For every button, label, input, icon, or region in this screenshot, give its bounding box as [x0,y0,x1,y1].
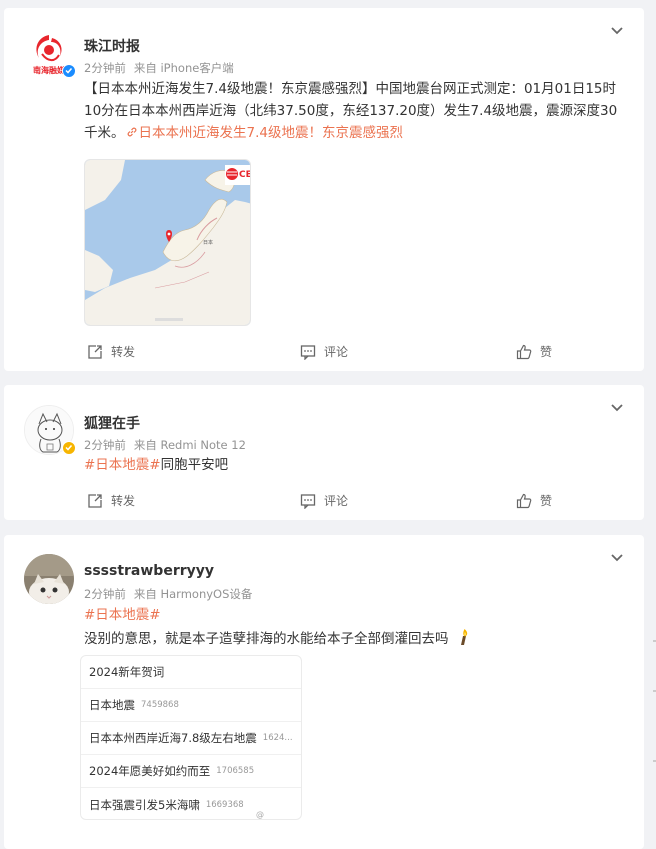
post-text: 没别的意思，就是本子造孽排海的水能给本子全部倒灌回去吗 [84,628,629,650]
like-button[interactable]: 赞 [516,492,552,509]
post-card: 狐狸在手 2分钟前 来自 Redmi Note 12 #日本地震#同胞平安吧 转发… [4,385,644,520]
svg-text:日本: 日本 [203,239,213,246]
post-time[interactable]: 2分钟前 [84,61,126,75]
post-source: 来自 Redmi Note 12 [133,438,246,452]
post-hashtag-line: #日本地震# [84,604,629,626]
hot-search-item[interactable]: 日本地震 7459868 [81,689,301,722]
author-name[interactable]: sssstrawberryyy [84,563,214,579]
post-text: #日本地震#同胞平安吧 [84,457,229,473]
post-source: 来自 HarmonyOS设备 [133,587,253,601]
post-source: 来自 iPhone客户端 [133,61,234,75]
verified-badge-icon [62,441,76,455]
post-actions: 转发 评论 赞 [4,343,644,363]
hashtag-link[interactable]: #日本地震# [84,457,161,473]
hashtag-link[interactable]: #日本地震# [84,607,161,623]
post-actions: 转发 评论 赞 [4,492,644,512]
author-name[interactable]: 狐狸在手 [84,413,140,433]
repost-icon [88,493,102,508]
avatar[interactable] [24,554,74,604]
cat-photo-avatar-icon [24,554,74,604]
post-card: 南海融媒 珠江时报 2分钟前 来自 iPhone客户端 【日本本州近海发生7.4级… [4,8,644,371]
chevron-down-icon[interactable] [610,551,624,565]
post-time[interactable]: 2分钟前 [84,438,126,452]
comment-button[interactable]: 评论 [300,343,348,360]
repost-button[interactable]: 转发 [87,343,135,360]
link-icon [127,127,136,137]
image-watermark: @ [256,810,264,819]
post-time[interactable]: 2分钟前 [84,587,126,601]
hot-search-item[interactable]: 日本强震引发5米海啸 1669368 [81,788,301,819]
post-meta: 2分钟前 来自 iPhone客户端 [84,60,234,76]
comment-icon [300,344,316,360]
hot-search-item[interactable]: 日本本州西岸近海7.8级左右地震 1624... [81,722,301,755]
torch-emoji-icon [460,629,467,645]
verified-badge-icon [62,64,76,78]
post-meta: 2分钟前 来自 Redmi Note 12 [84,437,246,453]
hot-search-list: 2024新年贺词 日本地震 7459868 日本本州西岸近海7.8级左右地震 162… [80,655,302,820]
chevron-down-icon[interactable] [610,401,624,415]
article-link[interactable]: 日本本州近海发生7.4级地震！东京震感强烈 [125,125,403,141]
author-name[interactable]: 珠江时报 [84,36,140,56]
thumbs-up-icon [516,493,532,508]
repost-button[interactable]: 转发 [87,492,135,509]
comment-icon [300,493,316,509]
svg-text:CE: CE [239,170,251,180]
post-text: 【日本本州近海发生7.4级地震！东京震感强烈】中国地震台网正式测定：01月01日… [84,81,618,141]
thumbs-up-icon [516,344,532,359]
earthquake-map-image: 日本 CE [85,160,251,325]
hot-search-item[interactable]: 2024年愿美好如约而至 1706585 [81,755,301,788]
hot-search-item[interactable]: 2024新年贺词 [81,656,301,689]
comment-button[interactable]: 评论 [300,492,348,509]
like-button[interactable]: 赞 [516,343,552,360]
post-image-map[interactable]: 日本 CE [84,159,251,326]
repost-icon [88,344,102,359]
chevron-down-icon[interactable] [610,24,624,38]
post-meta: 2分钟前 来自 HarmonyOS设备 [84,586,252,602]
